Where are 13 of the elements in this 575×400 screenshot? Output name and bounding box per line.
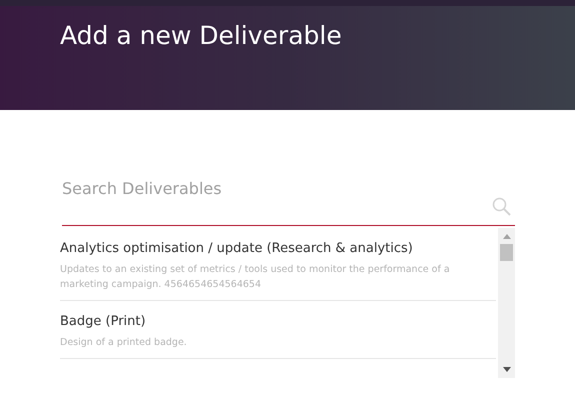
- scrollbar-thumb[interactable]: [500, 244, 513, 261]
- scroll-down-icon[interactable]: [502, 367, 510, 372]
- page-title: Add a new Deliverable: [60, 20, 343, 52]
- deliverable-title: Badge (Print): [60, 313, 147, 331]
- deliverable-description: Design of a printed badge.: [60, 336, 188, 350]
- scroll-up-icon[interactable]: [502, 234, 510, 239]
- deliverable-title: Analytics optimisation / update (Research & analytics): [60, 240, 414, 258]
- search-icon[interactable]: [492, 197, 511, 216]
- deliverable-item[interactable]: Analytics optimisation / update (Research & analytics) Updates to an existing set of metrics / tools used to monitor the performance of a marketing campaign. 4564654654564654: [60, 228, 496, 301]
- search-field[interactable]: Search Deliverables: [62, 174, 515, 226]
- deliverable-description: Updates to an existing set of metrics / tools used to monitor the performance of a marketing campaign. 4564654654564654: [60, 263, 451, 292]
- scrollbar[interactable]: [498, 228, 515, 378]
- deliverable-item[interactable]: Badge (Print) Design of a printed badge.: [60, 301, 496, 359]
